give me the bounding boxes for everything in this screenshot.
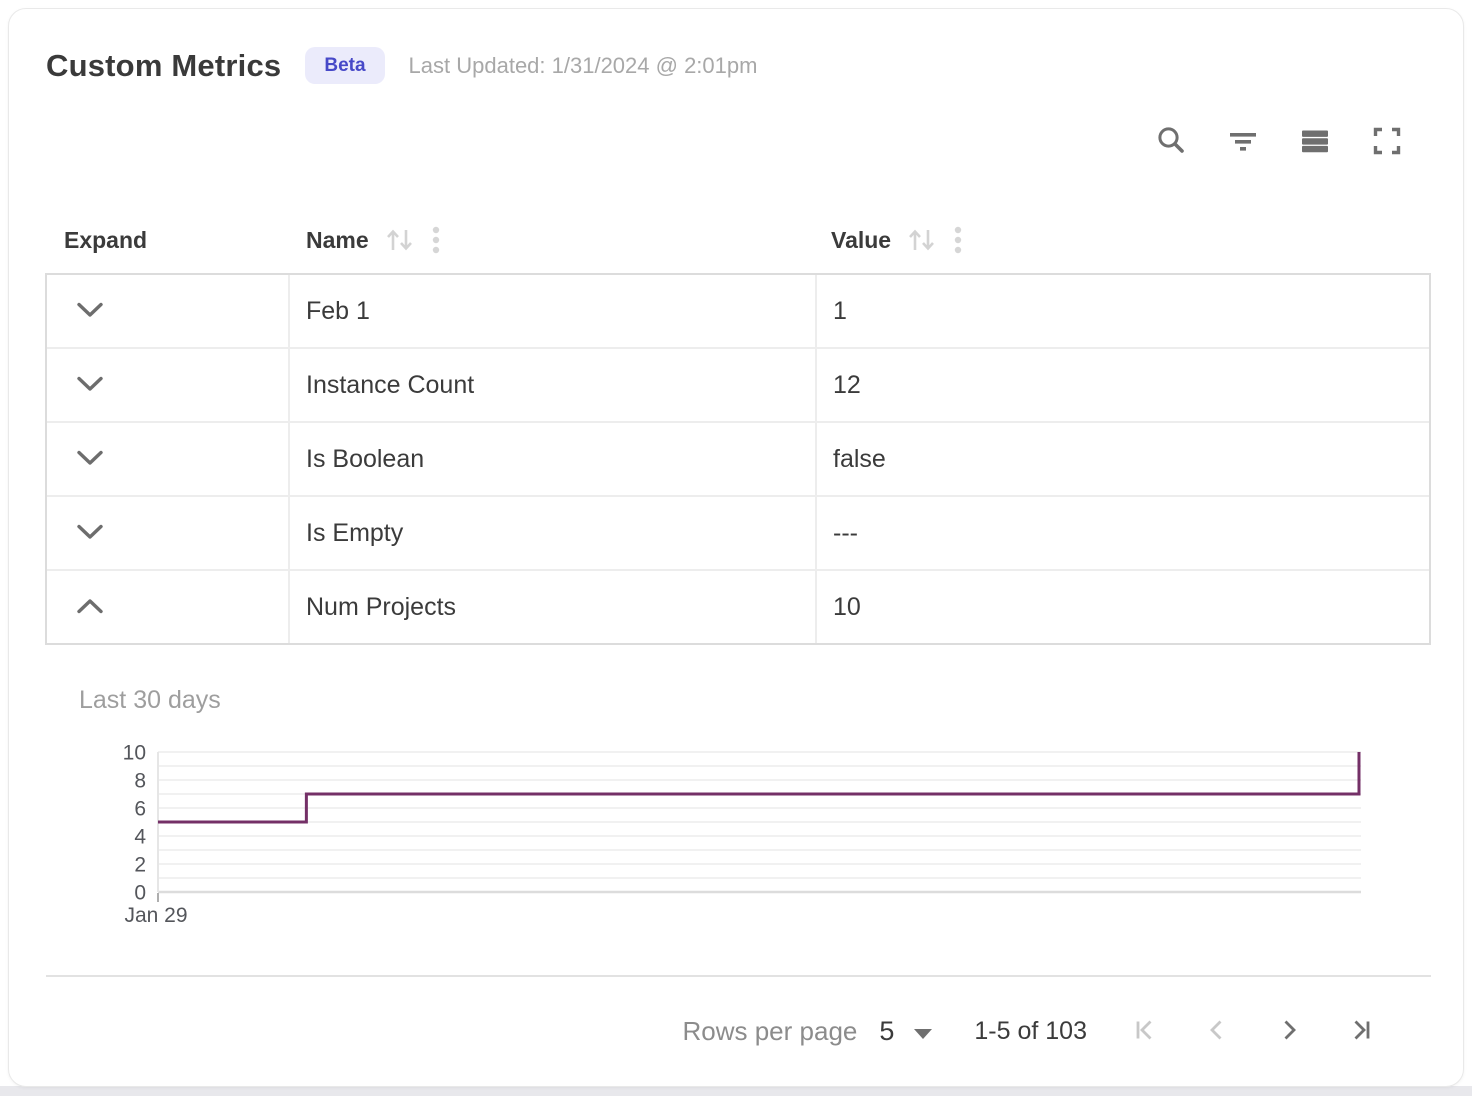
table-row: Feb 11 xyxy=(47,275,1429,349)
previous-page-button[interactable] xyxy=(1203,1016,1231,1047)
last-page-icon xyxy=(1347,1016,1375,1047)
name-cell: Is Empty xyxy=(290,497,817,569)
value-cell: 10 xyxy=(817,571,1429,643)
svg-text:8: 8 xyxy=(134,770,146,793)
last-updated-text: Last Updated: 1/31/2024 @ 2:01pm xyxy=(409,53,758,79)
name-cell: Instance Count xyxy=(290,349,817,421)
column-header-name[interactable]: Name xyxy=(288,225,815,255)
expand-row-button[interactable] xyxy=(76,450,104,469)
expand-cell xyxy=(47,497,290,569)
chevron-down-icon xyxy=(76,302,104,321)
next-page-button[interactable] xyxy=(1275,1016,1303,1047)
expand-cell xyxy=(47,349,290,421)
table-header-row: Expand Name Value xyxy=(45,211,1431,269)
column-menu-icon[interactable] xyxy=(430,225,442,255)
expand-row-button[interactable] xyxy=(76,302,104,321)
svg-text:10: 10 xyxy=(123,742,146,765)
chevron-right-icon xyxy=(1275,1016,1303,1047)
card-header: Custom Metrics Beta Last Updated: 1/31/2… xyxy=(46,47,757,84)
chevron-down-icon xyxy=(76,524,104,543)
search-icon xyxy=(1154,124,1188,161)
filter-button[interactable] xyxy=(1226,125,1260,159)
fullscreen-icon xyxy=(1371,125,1403,160)
last-page-button[interactable] xyxy=(1347,1016,1375,1047)
pagination-controls xyxy=(1131,1016,1375,1047)
name-cell: Feb 1 xyxy=(290,275,817,347)
expand-row-button[interactable] xyxy=(76,376,104,395)
column-header-expand: Expand xyxy=(45,227,288,254)
custom-metrics-card: Custom Metrics Beta Last Updated: 1/31/2… xyxy=(8,8,1464,1087)
column-label: Expand xyxy=(64,227,147,254)
table-row: Is Booleanfalse xyxy=(47,423,1429,497)
fullscreen-button[interactable] xyxy=(1370,125,1404,159)
first-page-icon xyxy=(1131,1016,1159,1047)
expand-cell xyxy=(47,423,290,495)
svg-text:Jan 29: Jan 29 xyxy=(124,904,187,927)
table-footer: Rows per page 5 1-5 of 103 xyxy=(46,975,1431,1086)
svg-text:2: 2 xyxy=(134,854,146,877)
search-button[interactable] xyxy=(1154,125,1188,159)
value-cell: 12 xyxy=(817,349,1429,421)
sort-icon[interactable] xyxy=(905,225,939,255)
chevron-down-icon xyxy=(914,1029,932,1039)
name-cell: Is Boolean xyxy=(290,423,817,495)
expand-cell xyxy=(47,571,290,643)
chevron-up-icon xyxy=(76,598,104,617)
value-cell: false xyxy=(817,423,1429,495)
svg-text:0: 0 xyxy=(134,882,146,905)
metrics-table: Feb 11Instance Count12Is BooleanfalseIs … xyxy=(45,273,1431,645)
density-icon xyxy=(1299,125,1331,160)
value-cell: 1 xyxy=(817,275,1429,347)
page-background-strip xyxy=(0,1086,1472,1096)
beta-badge: Beta xyxy=(305,47,384,84)
chart-title: Last 30 days xyxy=(79,686,221,715)
column-label: Name xyxy=(306,227,369,254)
first-page-button[interactable] xyxy=(1131,1016,1159,1047)
svg-text:6: 6 xyxy=(134,798,146,821)
expand-row-button[interactable] xyxy=(76,524,104,543)
column-label: Value xyxy=(831,227,891,254)
chevron-left-icon xyxy=(1203,1016,1231,1047)
collapse-row-button[interactable] xyxy=(76,598,104,617)
sort-icon[interactable] xyxy=(383,225,417,255)
rows-per-page-label: Rows per page xyxy=(682,1016,857,1047)
column-menu-icon[interactable] xyxy=(952,225,964,255)
chevron-down-icon xyxy=(76,376,104,395)
rows-per-page-value: 5 xyxy=(879,1016,894,1047)
table-row: Is Empty--- xyxy=(47,497,1429,571)
table-row: Num Projects10 xyxy=(47,571,1429,643)
chevron-down-icon xyxy=(76,450,104,469)
table-row: Instance Count12 xyxy=(47,349,1429,423)
svg-text:4: 4 xyxy=(134,826,146,849)
expand-cell xyxy=(47,275,290,347)
column-header-value[interactable]: Value xyxy=(815,225,1431,255)
density-button[interactable] xyxy=(1298,125,1332,159)
filter-icon xyxy=(1227,125,1259,160)
rows-per-page-select[interactable]: 5 xyxy=(879,1016,932,1047)
page-title: Custom Metrics xyxy=(46,48,281,84)
value-cell: --- xyxy=(817,497,1429,569)
num-projects-line-chart: 0 2 4 6 8 10 Jan 29 xyxy=(81,736,1421,941)
table-toolbar xyxy=(1154,125,1404,159)
pagination-range-label: 1-5 of 103 xyxy=(974,1017,1087,1046)
name-cell: Num Projects xyxy=(290,571,817,643)
